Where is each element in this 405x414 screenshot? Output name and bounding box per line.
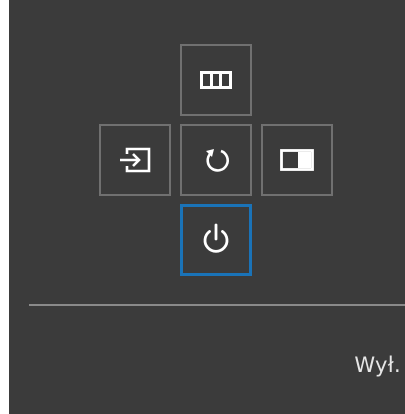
picture-in-picture-icon [280, 149, 314, 171]
source-button[interactable] [99, 124, 171, 196]
power-button[interactable] [180, 204, 252, 276]
return-button[interactable] [180, 124, 252, 196]
selected-function-label: Wył. [354, 353, 401, 377]
power-icon [199, 222, 233, 258]
menu-columns-icon [200, 71, 232, 89]
monitor-osd-panel: Wył. [9, 0, 405, 414]
menu-button[interactable] [180, 44, 252, 116]
divider [29, 304, 405, 306]
return-arrow-icon [201, 145, 231, 175]
picture-in-picture-button[interactable] [261, 124, 333, 196]
source-input-icon [118, 146, 152, 174]
